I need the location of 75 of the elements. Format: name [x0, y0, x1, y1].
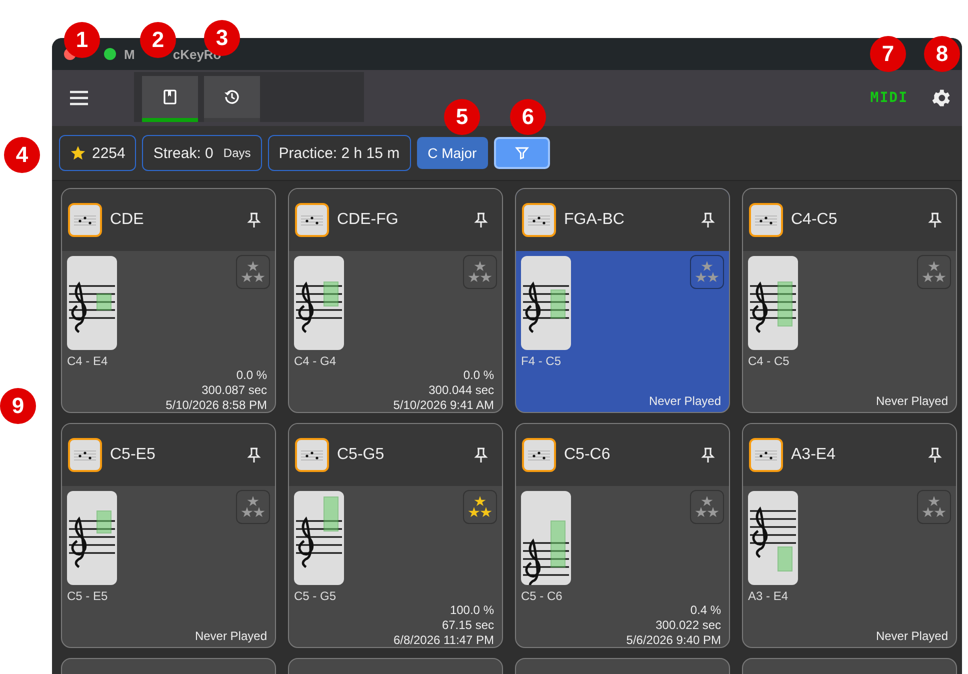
sheet-music-icon [522, 203, 556, 237]
card-title: C4-C5 [791, 211, 838, 229]
note-range: C5 - C6 [521, 589, 564, 603]
card-stat: 0.0 % [236, 368, 267, 383]
pin-icon[interactable] [928, 447, 942, 463]
card-stat: 0.0 % [463, 368, 494, 383]
callout-marker: 1 [64, 22, 100, 58]
toolbar-tab[interactable] [204, 76, 260, 122]
zoom-button[interactable] [104, 48, 116, 60]
card-stat: Never Played [194, 629, 267, 644]
sheet-music-icon [749, 438, 783, 472]
pin-icon[interactable] [701, 447, 715, 463]
exercise-card[interactable]: CDE-FG C4 - G4 0.0 % 300.044 sec 5/10/2026 9:41 AM [288, 188, 503, 413]
sheet-music-icon [68, 438, 102, 472]
pin-icon[interactable] [247, 447, 261, 463]
star-count: 2254 [92, 144, 126, 162]
card-title: A3-E4 [791, 446, 836, 464]
note-range: C4 - C5 [748, 354, 790, 368]
card-stat: 5/10/2026 9:41 AM [393, 398, 494, 412]
note-range: C5 - E5 [67, 589, 109, 603]
card-title: FGA-BC [564, 211, 626, 229]
callout-marker: 9 [0, 388, 36, 424]
exercise-card[interactable]: A3-E4 A3 - E4 Never Played [742, 423, 957, 648]
filter-icon [514, 146, 529, 160]
pin-icon[interactable] [474, 212, 488, 228]
exercise-card[interactable]: C5-E5 C5 - E5 Never Played [61, 423, 276, 648]
pin-icon[interactable] [701, 212, 715, 228]
card-title: CDE-FG [337, 211, 400, 229]
sheet-music-icon [522, 438, 556, 472]
card-stat: 300.087 sec [202, 383, 267, 398]
toolbar-tab[interactable] [142, 76, 198, 122]
sheet-music-icon [749, 203, 783, 237]
note-range: F4 - C5 [521, 354, 562, 368]
card-stat: 5/10/2026 8:58 PM [166, 398, 267, 412]
exercise-card[interactable]: C5-G5 C5 - G5 100.0 % 67.15 sec 6/8/2026 11:47 PM [288, 423, 503, 648]
exercise-card[interactable]: CDE C4 - E4 0.0 % 300.087 sec 5/10/2026 8:58 PM [61, 188, 276, 413]
card-stat: Never Played [648, 394, 721, 409]
practice-time: Practice: 2 h 15 m [268, 135, 411, 171]
sheet-music-icon [295, 438, 329, 472]
card-title: CDE [110, 211, 145, 229]
note-range: C5 - G5 [294, 589, 338, 603]
streak-label: Streak: 0 [153, 144, 214, 162]
history-icon [223, 88, 241, 106]
key-button[interactable]: C Major [416, 137, 488, 169]
card-stat: 67.15 sec [442, 618, 494, 633]
book-icon [162, 89, 178, 105]
card-title: C5-C6 [564, 446, 612, 464]
card-stat: 5/6/2026 9:40 PM [626, 633, 721, 647]
card-stat: 6/8/2026 11:47 PM [393, 633, 494, 647]
window-title: M [124, 46, 135, 62]
midi-status[interactable]: MIDI [870, 90, 908, 106]
sheet-music-icon [68, 203, 102, 237]
callout-marker: 4 [4, 137, 40, 173]
card-stat: Never Played [876, 629, 948, 644]
streak-unit: Days [223, 146, 251, 160]
sheet-music-icon [295, 203, 329, 237]
pin-icon[interactable] [474, 447, 488, 463]
note-range: C4 - E4 [67, 354, 109, 368]
filter-button[interactable] [494, 137, 550, 169]
pin-icon[interactable] [247, 212, 261, 228]
star-icon [70, 145, 86, 161]
note-range: A3 - E4 [748, 589, 790, 603]
exercise-card[interactable]: C4-C5 C4 - C5 Never Played [742, 188, 957, 413]
card-stat: 0.4 % [690, 603, 721, 618]
card-title: C5-G5 [337, 446, 386, 464]
card-stat: 300.022 sec [656, 618, 721, 633]
pin-icon[interactable] [928, 212, 942, 228]
card-stat: 100.0 % [450, 603, 494, 618]
note-range: C4 - G4 [294, 354, 338, 368]
exercise-card[interactable]: FGA-BC F4 - C5 Never Played [515, 188, 730, 413]
card-title: C5-E5 [110, 446, 156, 464]
card-stat: 300.044 sec [428, 383, 494, 398]
settings-button[interactable] [930, 87, 952, 109]
card-stat: Never Played [876, 394, 948, 409]
exercise-card[interactable]: C5-C6 C5 - C6 0.4 % 300.022 sec 5/6/2026 9:40 PM [515, 423, 730, 648]
